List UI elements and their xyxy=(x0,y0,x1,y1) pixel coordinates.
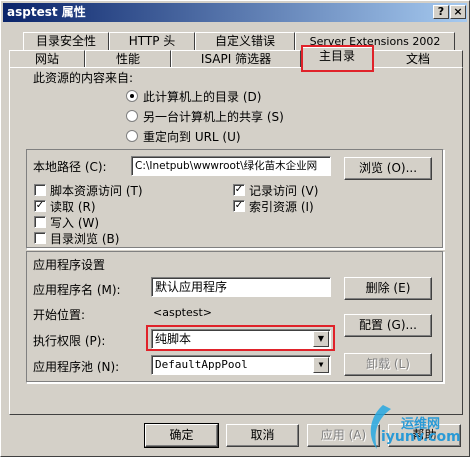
checkbox-directory-browse-label[interactable]: 目录浏览 (B) xyxy=(50,230,119,247)
tab-website[interactable]: 网站 xyxy=(9,50,85,68)
highlight-active-tab xyxy=(301,45,374,72)
browse-button[interactable]: 浏览 (O)... xyxy=(344,157,432,180)
app-pool-value: DefaultAppPool xyxy=(155,358,248,371)
close-button[interactable]: × xyxy=(450,5,466,19)
highlight-exec-permissions xyxy=(146,325,335,351)
checkbox-log-visits[interactable]: ✓ xyxy=(233,184,245,196)
app-pool-select[interactable]: DefaultAppPool ▼ xyxy=(151,355,331,375)
checkbox-script-access-label[interactable]: 脚本资源访问 (T) xyxy=(50,182,143,199)
checkbox-read[interactable]: ✓ xyxy=(34,200,46,212)
checkbox-read-label[interactable]: 读取 (R) xyxy=(50,198,96,215)
checkbox-write-label[interactable]: 写入 (W) xyxy=(50,214,99,231)
tab-isapi-filters[interactable]: ISAPI 筛选器 xyxy=(171,50,301,68)
app-name-input[interactable]: 默认应用程序 xyxy=(151,277,331,297)
remove-button[interactable]: 删除 (E) xyxy=(344,277,432,300)
local-path-label: 本地路径 (C): xyxy=(33,160,107,174)
configure-button[interactable]: 配置 (G)... xyxy=(344,314,432,337)
local-path-input[interactable]: C:\Inetpub\wwwroot\绿化苗木企业网 xyxy=(131,156,331,176)
radio-redirect-url[interactable] xyxy=(126,130,138,142)
radio-redirect-url-label[interactable]: 重定向到 URL (U) xyxy=(143,128,241,145)
tab-performance[interactable]: 性能 xyxy=(85,50,171,68)
tab-documents[interactable]: 文档 xyxy=(373,50,463,68)
radio-local-directory[interactable] xyxy=(126,90,138,102)
radio-network-share[interactable] xyxy=(126,110,138,122)
ok-button[interactable]: 确定 xyxy=(144,423,219,448)
help-title-button[interactable]: ? xyxy=(433,5,449,19)
window-title: asptest 属性 xyxy=(7,5,86,19)
watermark-en: iyunv.com xyxy=(381,429,461,445)
checkbox-write[interactable] xyxy=(34,216,46,228)
radio-local-directory-label[interactable]: 此计算机上的目录 (D) xyxy=(143,88,261,105)
app-settings-heading: 应用程序设置 xyxy=(33,258,106,272)
checkbox-directory-browse[interactable] xyxy=(34,232,46,244)
exec-permissions-label: 执行权限 (P): xyxy=(33,334,106,348)
app-pool-label: 应用程序池 (N): xyxy=(33,360,120,374)
title-bar: asptest 属性 xyxy=(3,3,467,22)
checkbox-script-access[interactable] xyxy=(34,184,46,196)
tab-http-headers[interactable]: HTTP 头 xyxy=(109,32,195,50)
checkbox-index-resource[interactable]: ✓ xyxy=(233,200,245,212)
unload-button[interactable]: 卸载 (L) xyxy=(344,353,432,376)
start-point-value: <asptest> xyxy=(153,306,213,319)
radio-network-share-label[interactable]: 另一台计算机上的共享 (S) xyxy=(143,108,284,125)
checkbox-index-resource-label[interactable]: 索引资源 (I) xyxy=(249,198,314,215)
properties-dialog: asptest 属性 ? × 目录安全性 HTTP 头 自定义错误 Server… xyxy=(0,0,470,457)
tab-custom-errors[interactable]: 自定义错误 xyxy=(195,32,295,50)
checkbox-log-visits-label[interactable]: 记录访问 (V) xyxy=(249,182,318,199)
start-point-label: 开始位置: xyxy=(33,308,86,322)
app-name-label: 应用程序名 (M): xyxy=(33,283,121,297)
source-heading: 此资源的内容来自: xyxy=(33,71,134,85)
tab-directory-security[interactable]: 目录安全性 xyxy=(23,32,109,50)
watermark-logo: 运维网 iyunv.com xyxy=(361,399,461,454)
cancel-button[interactable]: 取消 xyxy=(226,424,299,447)
chevron-down-icon[interactable]: ▼ xyxy=(313,357,329,373)
